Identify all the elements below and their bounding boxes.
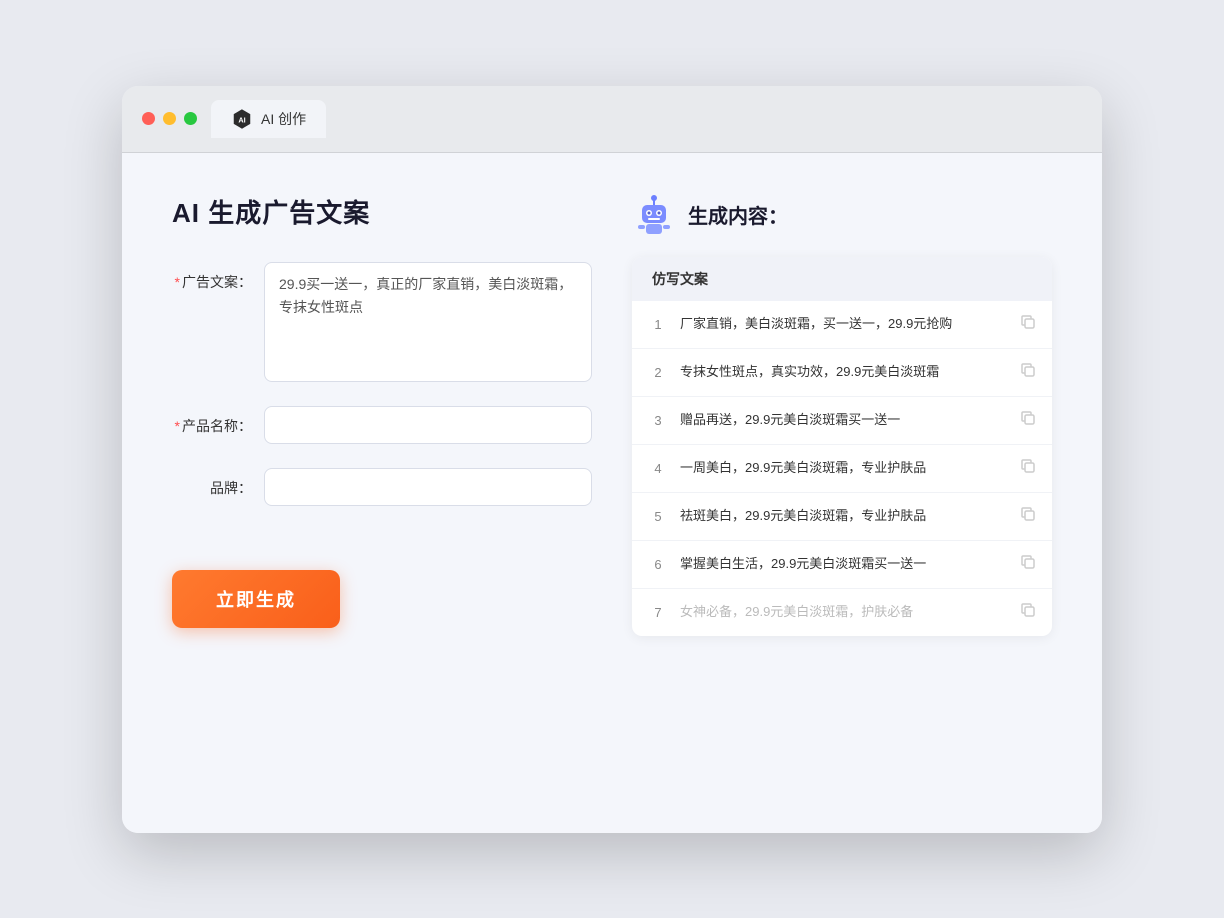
- minimize-button[interactable]: [163, 112, 176, 125]
- brand-group: 品牌： 好白: [172, 468, 592, 506]
- copy-icon[interactable]: [1020, 602, 1036, 623]
- product-name-input[interactable]: 美白淡斑霜: [264, 406, 592, 444]
- copy-icon[interactable]: [1020, 362, 1036, 383]
- generate-button[interactable]: 立即生成: [172, 570, 340, 628]
- copy-icon[interactable]: [1020, 314, 1036, 335]
- table-row: 1 厂家直销，美白淡斑霜，买一送一，29.9元抢购: [632, 301, 1052, 349]
- table-header: 仿写文案: [632, 257, 1052, 301]
- row-number: 5: [648, 509, 668, 524]
- row-text: 赠品再送，29.9元美白淡斑霜买一送一: [680, 410, 1008, 430]
- brand-label: 品牌：: [172, 468, 252, 498]
- close-button[interactable]: [142, 112, 155, 125]
- required-star-ad: *: [175, 274, 180, 290]
- tab-ai-create[interactable]: AI AI 创作: [211, 100, 326, 138]
- ai-icon: AI: [231, 108, 253, 130]
- browser-titlebar: AI AI 创作: [122, 86, 1102, 153]
- row-number: 3: [648, 413, 668, 428]
- maximize-button[interactable]: [184, 112, 197, 125]
- row-number: 6: [648, 557, 668, 572]
- result-table: 仿写文案 1 厂家直销，美白淡斑霜，买一送一，29.9元抢购 2 专抹女性斑点，真实…: [632, 257, 1052, 636]
- result-title: 生成内容：: [688, 200, 788, 229]
- row-text: 一周美白，29.9元美白淡斑霜，专业护肤品: [680, 458, 1008, 478]
- table-row: 3 赠品再送，29.9元美白淡斑霜买一送一: [632, 397, 1052, 445]
- result-rows-container: 1 厂家直销，美白淡斑霜，买一送一，29.9元抢购 2 专抹女性斑点，真实功效，29…: [632, 301, 1052, 636]
- required-star-product: *: [175, 418, 180, 434]
- row-text: 掌握美白生活，29.9元美白淡斑霜买一送一: [680, 554, 1008, 574]
- copy-icon[interactable]: [1020, 410, 1036, 431]
- left-panel: AI 生成广告文案 *广告文案： 29.9买一送一，真正的厂家直销，美白淡斑霜，…: [172, 193, 592, 783]
- table-row: 2 专抹女性斑点，真实功效，29.9元美白淡斑霜: [632, 349, 1052, 397]
- row-text: 专抹女性斑点，真实功效，29.9元美白淡斑霜: [680, 362, 1008, 382]
- ad-copy-textarea[interactable]: 29.9买一送一，真正的厂家直销，美白淡斑霜，专抹女性斑点: [264, 262, 592, 382]
- traffic-lights: [142, 112, 197, 125]
- result-header: 生成内容：: [632, 193, 1052, 237]
- svg-text:AI: AI: [238, 115, 245, 124]
- browser-window: AI AI 创作 AI 生成广告文案 *广告文案： 29.9买一送一，真正的厂家…: [122, 86, 1102, 833]
- ad-copy-group: *广告文案： 29.9买一送一，真正的厂家直销，美白淡斑霜，专抹女性斑点: [172, 262, 592, 382]
- tab-label: AI 创作: [261, 109, 306, 129]
- row-text: 女神必备，29.9元美白淡斑霜，护肤必备: [680, 602, 1008, 622]
- brand-input[interactable]: 好白: [264, 468, 592, 506]
- page-title: AI 生成广告文案: [172, 193, 592, 230]
- right-panel: 生成内容： 仿写文案 1 厂家直销，美白淡斑霜，买一送一，29.9元抢购 2 专抹女…: [632, 193, 1052, 783]
- product-name-group: *产品名称： 美白淡斑霜: [172, 406, 592, 444]
- copy-icon[interactable]: [1020, 506, 1036, 527]
- row-number: 2: [648, 365, 668, 380]
- row-number: 1: [648, 317, 668, 332]
- tab-area: AI AI 创作: [211, 100, 326, 138]
- table-row: 6 掌握美白生活，29.9元美白淡斑霜买一送一: [632, 541, 1052, 589]
- row-text: 祛斑美白，29.9元美白淡斑霜，专业护肤品: [680, 506, 1008, 526]
- robot-icon: [632, 193, 676, 237]
- copy-icon[interactable]: [1020, 458, 1036, 479]
- row-text: 厂家直销，美白淡斑霜，买一送一，29.9元抢购: [680, 314, 1008, 334]
- row-number: 7: [648, 605, 668, 620]
- row-number: 4: [648, 461, 668, 476]
- ad-copy-label: *广告文案：: [172, 262, 252, 292]
- table-row: 5 祛斑美白，29.9元美白淡斑霜，专业护肤品: [632, 493, 1052, 541]
- table-row: 7 女神必备，29.9元美白淡斑霜，护肤必备: [632, 589, 1052, 636]
- copy-icon[interactable]: [1020, 554, 1036, 575]
- browser-content: AI 生成广告文案 *广告文案： 29.9买一送一，真正的厂家直销，美白淡斑霜，…: [122, 153, 1102, 833]
- product-name-label: *产品名称：: [172, 406, 252, 436]
- table-row: 4 一周美白，29.9元美白淡斑霜，专业护肤品: [632, 445, 1052, 493]
